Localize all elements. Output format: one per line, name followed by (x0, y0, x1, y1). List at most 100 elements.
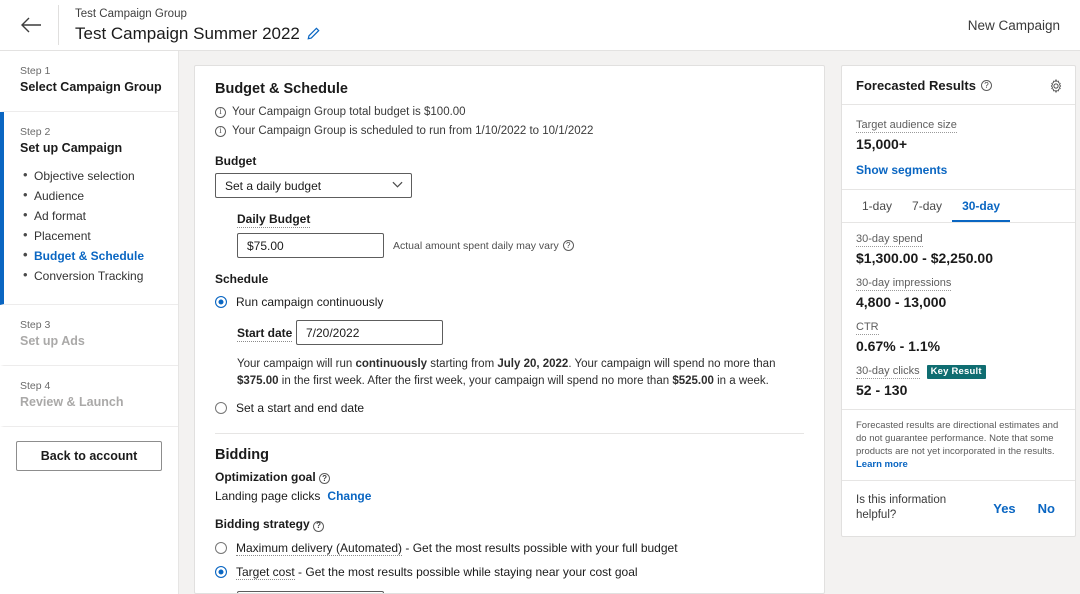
budget-type-select[interactable]: Set a daily budget (215, 173, 412, 198)
step-title: Set up Campaign (20, 140, 162, 157)
target-cost-input[interactable] (237, 591, 384, 594)
budget-type-value: Set a daily budget (225, 179, 321, 193)
gear-icon[interactable] (1049, 79, 1063, 93)
disclaimer-text: Forecasted results are directional estim… (856, 419, 1061, 458)
note-total-budget: Your Campaign Group total budget is $100… (215, 104, 804, 121)
chevron-down-icon (392, 181, 403, 190)
schedule-summary: Your campaign will run continuously star… (237, 356, 804, 390)
question-circle-icon[interactable]: ? (313, 521, 324, 532)
metric-30-day-clicks: 30-day clicks Key Result 52 - 130 (856, 365, 1061, 398)
bidding-strategy-label: Bidding strategy ? (215, 517, 804, 532)
sidebar-item-objective-selection[interactable]: Objective selection (34, 166, 162, 186)
radio-indicator[interactable] (215, 296, 227, 308)
target-cost-group: target cost per landing page click ? We … (215, 591, 804, 594)
tab-7-day[interactable]: 7-day (902, 190, 952, 222)
summary-part: Your campaign will run (237, 358, 355, 370)
section-title: Budget & Schedule (215, 81, 804, 97)
option-name: Target cost (236, 565, 295, 580)
page-title: New Campaign (968, 18, 1066, 33)
feedback-yes-button[interactable]: Yes (993, 501, 1015, 516)
page-layout: Step 1 Select Campaign Group Step 2 Set … (0, 51, 1080, 594)
start-date-group: Start date (215, 320, 804, 347)
radio-label: Maximum delivery (Automated) - Get the m… (236, 540, 678, 556)
feedback-no-button[interactable]: No (1038, 501, 1055, 516)
step-label: Step 3 (20, 318, 162, 332)
forecast-header: Forecasted Results ? (842, 66, 1075, 105)
metric-value: 0.67% - 1.1% (856, 338, 1061, 354)
daily-budget-input[interactable] (237, 233, 384, 258)
option-desc: - Get the most results possible with you… (402, 541, 677, 555)
feedback-block: Is this information helpful? Yes No (842, 481, 1075, 536)
radio-label: Target cost - Get the most results possi… (236, 564, 638, 580)
optimization-goal-label: Optimization goal ? (215, 470, 804, 485)
metric-value: 4,800 - 13,000 (856, 294, 1061, 310)
optimization-goal-label-text: Optimization goal (215, 470, 316, 484)
back-to-account-button[interactable]: Back to account (16, 441, 162, 471)
sidebar-item-ad-format[interactable]: Ad format (34, 206, 162, 226)
question-circle-icon[interactable]: ? (319, 473, 330, 484)
section-divider (215, 433, 804, 434)
learn-more-link[interactable]: Learn more (856, 459, 1061, 470)
question-circle-icon[interactable]: ? (981, 80, 992, 91)
radio-label: Run campaign continuously (236, 294, 383, 310)
back-arrow-icon[interactable] (18, 12, 44, 38)
radio-target-cost[interactable]: Target cost - Get the most results possi… (215, 564, 804, 580)
sidebar-step-1[interactable]: Step 1 Select Campaign Group (0, 51, 178, 112)
sidebar-footer: Back to account (0, 427, 178, 485)
sidebar-item-audience[interactable]: Audience (34, 186, 162, 206)
metric-caption: 30-day impressions (856, 277, 951, 291)
sidebar: Step 1 Select Campaign Group Step 2 Set … (0, 51, 179, 594)
metric-30-day-impressions: 30-day impressions 4,800 - 13,000 (856, 277, 1061, 310)
daily-budget-helper: Actual amount spent daily may vary ? (393, 240, 574, 252)
metric-ctr: CTR 0.67% - 1.1% (856, 321, 1061, 354)
forecast-column: Forecasted Results ? Target audience siz… (841, 51, 1080, 594)
header-titles: Test Campaign Group Test Campaign Summer… (75, 7, 320, 44)
info-icon (215, 107, 226, 118)
sidebar-item-conversion-tracking[interactable]: Conversion Tracking (34, 266, 162, 286)
audience-caption: Target audience size (856, 119, 957, 133)
metric-caption: CTR (856, 321, 879, 335)
radio-maximum-delivery[interactable]: Maximum delivery (Automated) - Get the m… (215, 540, 804, 556)
radio-indicator[interactable] (215, 542, 227, 554)
note-schedule-range: Your Campaign Group is scheduled to run … (215, 123, 804, 140)
budget-label: Budget (215, 154, 804, 168)
summary-bold: continuously (355, 358, 427, 370)
start-date-input[interactable] (296, 320, 443, 345)
metric-caption: 30-day clicks (856, 365, 920, 379)
change-goal-link[interactable]: Change (327, 489, 371, 503)
metric-value: 52 - 130 (856, 382, 1061, 398)
radio-run-continuously[interactable]: Run campaign continuously (215, 294, 804, 310)
pencil-icon[interactable] (307, 27, 320, 40)
step-label: Step 4 (20, 379, 162, 393)
schedule-label: Schedule (215, 272, 804, 286)
radio-label: Set a start and end date (236, 400, 364, 416)
bidding-strategy-label-text: Bidding strategy (215, 517, 310, 531)
step-label: Step 2 (20, 125, 162, 139)
bidding-title: Bidding (215, 447, 804, 463)
sidebar-step-4[interactable]: Step 4 Review & Launch (0, 366, 178, 427)
start-date-label: Start date (237, 326, 292, 342)
summary-part: . Your campaign will spend no more than (568, 358, 775, 370)
option-name: Maximum delivery (Automated) (236, 541, 402, 556)
show-segments-link[interactable]: Show segments (856, 163, 1061, 177)
sidebar-item-placement[interactable]: Placement (34, 226, 162, 246)
forecast-tabs: 1-day 7-day 30-day (842, 190, 1075, 223)
optimization-goal-value: Landing page clicks (215, 489, 320, 503)
sidebar-item-budget-schedule[interactable]: Budget & Schedule (34, 246, 162, 266)
step-title: Select Campaign Group (20, 79, 162, 96)
metric-caption: 30-day spend (856, 233, 923, 247)
sidebar-step-2[interactable]: Step 2 Set up Campaign Objective selecti… (0, 112, 178, 305)
radio-indicator[interactable] (215, 402, 227, 414)
sidebar-step-3[interactable]: Step 3 Set up Ads (0, 305, 178, 366)
tab-30-day[interactable]: 30-day (952, 190, 1010, 222)
metric-30-day-spend: 30-day spend $1,300.00 - $2,250.00 (856, 233, 1061, 266)
radio-start-end-date[interactable]: Set a start and end date (215, 400, 804, 416)
campaign-group-label: Test Campaign Group (75, 7, 320, 22)
top-bar: Test Campaign Group Test Campaign Summer… (0, 0, 1080, 51)
sidebar-substeps: Objective selection Audience Ad format P… (20, 166, 162, 286)
radio-indicator[interactable] (215, 566, 227, 578)
summary-bold: $525.00 (672, 375, 714, 387)
status-badge: Key Result (927, 365, 986, 379)
tab-1-day[interactable]: 1-day (852, 190, 902, 222)
question-circle-icon[interactable]: ? (563, 240, 574, 251)
